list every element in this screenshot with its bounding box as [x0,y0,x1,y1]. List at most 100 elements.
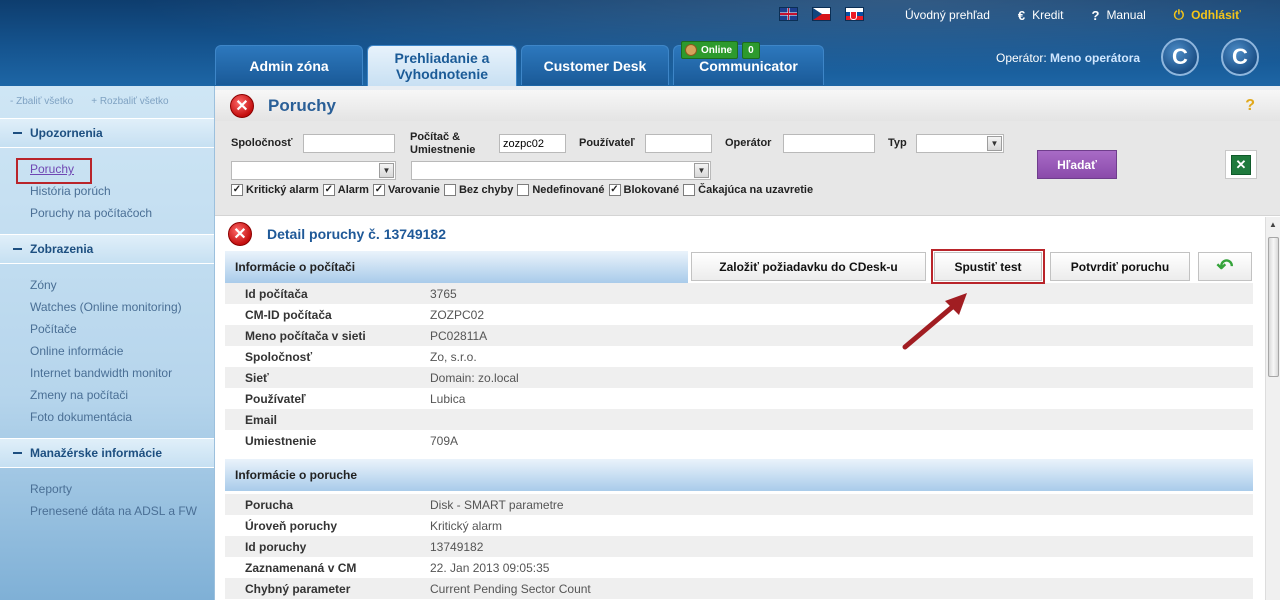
checkbox-undefined[interactable]: Nedefinované [517,184,605,196]
collapse-all-link[interactable]: - Zbaliť všetko [10,96,73,118]
company-select[interactable]: ▼ [231,161,396,180]
scroll-up-icon[interactable]: ▲ [1266,217,1280,233]
checkbox-no-error[interactable]: Bez chyby [443,184,514,196]
table-row: Id počítača 3765 [225,283,1253,304]
computer-input[interactable] [499,134,566,153]
table-row: Email [225,409,1253,430]
section-title: Zobrazenia [30,242,94,256]
computer-select[interactable]: ▼ [411,161,711,180]
sidebar-item-computer-faults[interactable]: Poruchy na počítačoch [30,202,214,224]
sidebar-item-watches[interactable]: Watches (Online monitoring) [30,296,214,318]
computer-info-table: Id počítača 3765 CM-ID počítača ZOZPC02 Meno… [225,283,1253,451]
type-label: Typ [888,137,907,149]
home-overview-link[interactable]: Úvodný prehľad [905,7,990,23]
error-icon: ✕ [228,222,252,246]
row-key: Porucha [245,497,294,512]
sidebar: - Zbaliť všetko + Rozbaliť všetko Upozor… [0,86,215,600]
cz-flag-icon[interactable] [812,7,831,21]
operator-name: Meno operátora [1050,51,1141,65]
chevron-down-icon: ▼ [379,163,394,178]
logout-link[interactable]: ⏻ Odhlásiť [1174,7,1241,23]
row-key: Úroveň poruchy [245,518,338,533]
sidebar-section-alerts[interactable]: Upozornenia [0,118,214,148]
row-value: Zo, s.r.o. [430,349,477,364]
table-row: Úroveň poruchy Kritický alarm [225,515,1253,536]
checkbox-alarm[interactable]: ✓ Alarm [322,184,369,196]
table-row: Spoločnosť Zo, s.r.o. [225,346,1253,367]
sidebar-section-management[interactable]: Manažérske informácie [0,438,214,468]
severity-checkboxes: ✓ Kritický alarm ✓ Alarm ✓ Varovanie Bez ch… [231,184,817,196]
row-value: ZOZPC02 [430,307,485,322]
table-row: Porucha Disk - SMART parametre [225,494,1253,515]
create-cdesk-request-button[interactable]: Založiť požiadavku do CDesk-u [691,252,926,281]
chevron-down-icon: ▼ [694,163,709,178]
section-title: Upozornenia [30,126,103,140]
search-button[interactable]: Hľadať [1037,150,1117,179]
checkbox-critical-alarm[interactable]: ✓ Kritický alarm [231,184,319,196]
fault-info-table: Porucha Disk - SMART parametre Úroveň poru… [225,494,1253,599]
tab-customer-desk[interactable]: Customer Desk [521,45,669,85]
uk-flag-icon[interactable] [779,7,798,21]
credit-link[interactable]: € Kredit [1018,7,1064,23]
operator-input[interactable] [783,134,875,153]
vertical-scrollbar[interactable]: ▲ [1265,217,1280,600]
c-logo-icon[interactable]: C [1221,38,1259,76]
back-arrow-icon: ↶ [1216,256,1234,278]
back-button[interactable]: ↶ [1198,252,1252,281]
chevron-down-icon: ▼ [987,136,1002,151]
sidebar-item-reports[interactable]: Reporty [30,478,214,500]
excel-export-button[interactable]: ✕ [1225,150,1257,179]
row-key: Id počítača [245,286,308,301]
row-key: Meno počítača v sieti [245,328,366,343]
online-status[interactable]: Online 0 [681,41,760,59]
row-value: PC02811A [430,328,488,343]
manual-link[interactable]: ? Manual [1091,7,1145,23]
scroll-thumb[interactable] [1268,237,1279,377]
run-test-button[interactable]: Spustiť test [931,249,1045,284]
sk-flag-icon[interactable] [845,7,864,21]
sidebar-section-views[interactable]: Zobrazenia [0,234,214,264]
sidebar-item-adsl-data[interactable]: Prenesené dáta na ADSL a FW [30,500,214,522]
user-label: Používateľ [579,137,635,149]
user-input[interactable] [645,134,712,153]
sidebar-item-computers[interactable]: Počítače [30,318,214,340]
sidebar-item-changes[interactable]: Zmeny na počítači [30,384,214,406]
row-key: Sieť [245,370,269,385]
minus-icon [13,132,22,134]
checkbox-awaiting-close[interactable]: Čakajúca na uzavretie [683,184,813,196]
checkbox-blocked[interactable]: ✓ Blokované [608,184,679,196]
sidebar-item-photo-docs[interactable]: Foto dokumentácia [30,406,214,428]
tab-label: Customer Desk [543,57,647,74]
type-select[interactable]: ▼ [916,134,1004,153]
table-row: Sieť Domain: zo.local [225,367,1253,388]
expand-all-link[interactable]: + Rozbaliť všetko [91,96,168,118]
c-logo-icon[interactable]: C [1161,38,1199,76]
excel-icon: ✕ [1231,154,1251,175]
company-label: Spoločnosť [231,137,293,149]
sidebar-item-bandwidth[interactable]: Internet bandwidth monitor [30,362,214,384]
row-value: Disk - SMART parametre [430,497,564,512]
company-input[interactable] [303,134,395,153]
online-pill: Online [681,41,739,59]
detail-header: ✕ Detail poruchy č. 13749182 [215,217,1265,251]
operator-label: Operátor: [996,51,1047,65]
row-value: Lubica [430,391,466,406]
help-icon[interactable]: ? [1245,97,1255,115]
operator-info: Operátor: Meno operátora [996,51,1140,65]
minus-icon [13,248,22,250]
sidebar-item-zones[interactable]: Zóny [30,274,214,296]
computer-label: Počítač & [410,131,461,143]
checkbox-label: Alarm [337,184,369,196]
confirm-fault-button[interactable]: Potvrdiť poruchu [1050,252,1190,281]
row-key: Id poruchy [245,539,307,554]
sidebar-toggles: - Zbaliť všetko + Rozbaliť všetko [0,86,214,118]
row-value: 3765 [430,286,457,301]
sidebar-item-online-info[interactable]: Online informácie [30,340,214,362]
tab-admin-zone[interactable]: Admin zóna [215,45,363,85]
checkbox-warning[interactable]: ✓ Varovanie [372,184,440,196]
tab-browse-evaluate[interactable]: Prehliadanie a Vyhodnotenie [367,45,517,86]
sidebar-item-faults[interactable]: Poruchy [16,158,214,184]
computer-info-header: Informácie o počítači [225,251,688,283]
checkbox-label: Bez chyby [458,184,514,196]
user-icon [685,44,697,56]
